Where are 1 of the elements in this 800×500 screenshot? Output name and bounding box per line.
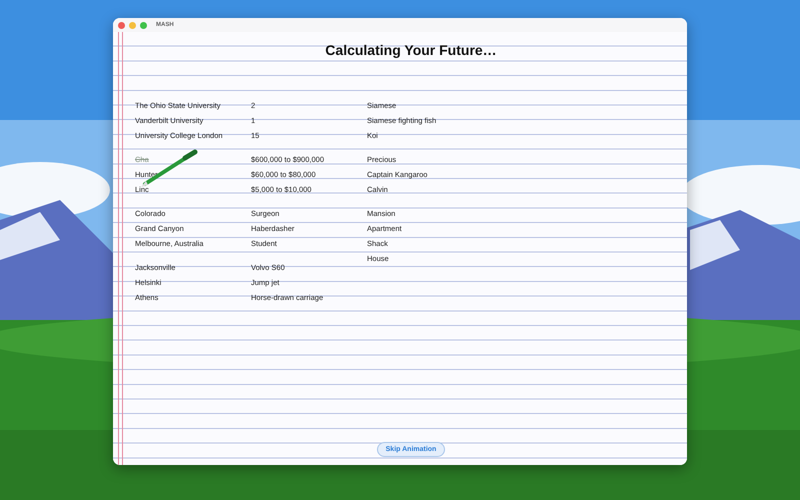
heading: Calculating Your Future… <box>325 42 497 58</box>
